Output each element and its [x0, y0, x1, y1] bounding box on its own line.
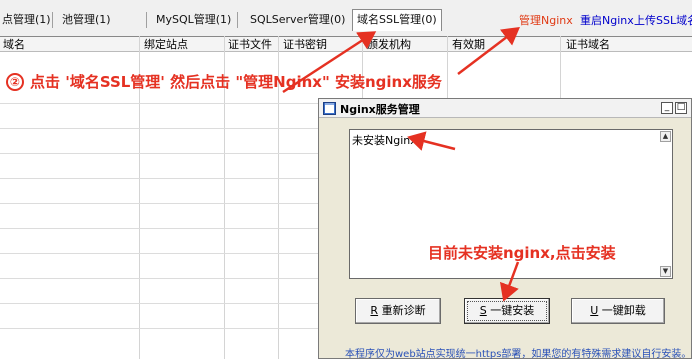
one-click-uninstall-button[interactable]: U 一键卸载	[571, 298, 665, 324]
upload-ssl-link[interactable]: 上传SSL域名	[634, 12, 692, 28]
install-label: 一键安装	[490, 304, 535, 317]
rediagnose-label: 重新诊断	[381, 304, 426, 317]
column-header-bound-site[interactable]: 绑定站点	[144, 38, 188, 52]
dialog-title-bar[interactable]: Nginx服务管理 _ □	[319, 99, 691, 118]
manage-nginx-link[interactable]: 管理Nginx	[519, 12, 573, 28]
step-instruction-text: 点击 '域名SSL管理' 然后点击 "管理Nginx" 安装nginx服务	[30, 73, 442, 91]
app-window-icon	[323, 102, 336, 115]
column-header-domain[interactable]: 域名	[3, 38, 25, 52]
tab-pool-manage[interactable]: 池管理(1)	[62, 10, 111, 30]
step-number-badge: ②	[6, 73, 24, 91]
column-header-cert-domain[interactable]: 证书域名	[566, 38, 610, 52]
rediagnose-button[interactable]: R 重新诊断	[355, 298, 441, 324]
nginx-service-dialog: Nginx服务管理 _ □ 未安装Nginx ▲ ▼ R 重新诊断 S 一键安装…	[318, 98, 692, 359]
dialog-footnote: 本程序仅为web站点实现统一https部署，如果您的有特殊需求建议自行安装。	[345, 349, 692, 359]
tab-domain-ssl-manage[interactable]: 域名SSL管理(0)	[352, 9, 442, 31]
tab-site-manage[interactable]: 点管理(1)	[2, 10, 51, 30]
rediagnose-hotkey: R	[370, 304, 379, 317]
install-hint-text: 目前未安装nginx,点击安装	[428, 244, 616, 262]
tab-divider	[52, 12, 53, 28]
scroll-down-arrow-icon[interactable]: ▼	[660, 266, 671, 277]
uninstall-hotkey: U	[590, 304, 599, 317]
column-header-cert-file[interactable]: 证书文件	[228, 38, 272, 52]
maximize-button[interactable]: □	[675, 102, 687, 114]
tab-sqlserver-manage[interactable]: SQLServer管理(0)	[250, 10, 345, 30]
one-click-install-button[interactable]: S 一键安装	[464, 298, 550, 324]
grid-header: 域名 绑定站点 证书文件 证书密钥 颁发机构 有效期 证书域名	[0, 36, 692, 52]
tab-mysql-manage[interactable]: MySQL管理(1)	[156, 10, 231, 30]
tab-divider	[237, 12, 238, 28]
column-header-cert-key[interactable]: 证书密钥	[283, 38, 327, 52]
tab-bar: 点管理(1) 池管理(1) MySQL管理(1) SQLServer管理(0) …	[0, 0, 692, 36]
tab-divider	[146, 12, 147, 28]
install-hotkey: S	[479, 304, 487, 317]
nginx-status-text: 未安装Nginx	[352, 134, 417, 147]
dialog-title: Nginx服务管理	[340, 103, 420, 116]
scroll-up-arrow-icon[interactable]: ▲	[660, 131, 671, 142]
minimize-button[interactable]: _	[661, 102, 673, 114]
uninstall-label: 一键卸载	[601, 304, 646, 317]
column-header-validity[interactable]: 有效期	[452, 38, 485, 52]
column-header-issuer[interactable]: 颁发机构	[367, 38, 411, 52]
restart-nginx-link[interactable]: 重启Nginx	[580, 12, 634, 28]
